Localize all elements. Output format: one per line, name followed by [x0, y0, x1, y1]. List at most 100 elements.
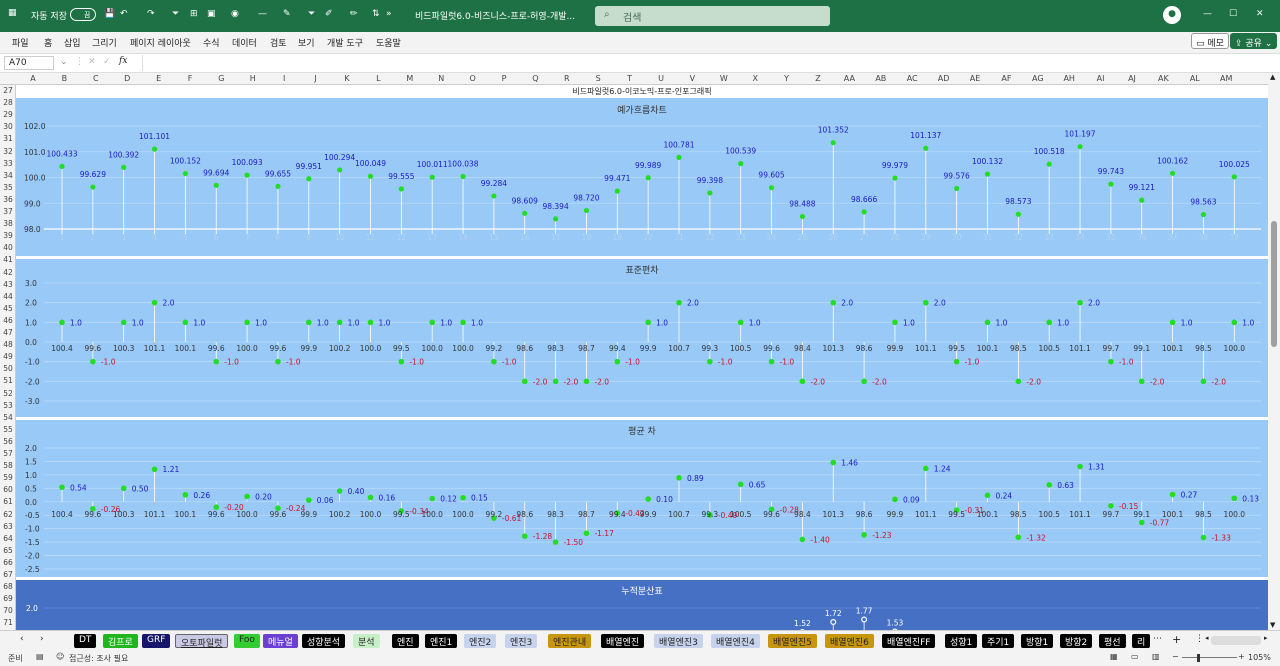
column-header[interactable]: AM: [1211, 74, 1241, 83]
sheet-tab[interactable]: 방향2: [1060, 634, 1093, 648]
row-header[interactable]: 34: [0, 171, 16, 180]
sheet-tab[interactable]: 배열엔진6: [825, 634, 874, 648]
sheet-tab[interactable]: 김프로: [103, 634, 138, 648]
sheet-tab[interactable]: 엔진2: [464, 634, 497, 648]
menu-data[interactable]: 데이터: [232, 36, 257, 49]
column-header[interactable]: H: [238, 74, 268, 83]
filter-icon[interactable]: ⏷: [172, 9, 179, 19]
column-header[interactable]: K: [332, 74, 362, 83]
menu-home[interactable]: 홈: [44, 36, 52, 49]
row-header[interactable]: 39: [0, 231, 16, 240]
sheet-tab[interactable]: 성향1: [945, 634, 978, 648]
column-header[interactable]: AH: [1054, 74, 1084, 83]
sheet-tab[interactable]: 엔진1: [425, 634, 458, 648]
row-header[interactable]: 36: [0, 195, 16, 204]
row-header[interactable]: 38: [0, 219, 16, 228]
menu-formulas[interactable]: 수식: [203, 36, 220, 49]
column-header[interactable]: AD: [929, 74, 959, 83]
sheet-tab[interactable]: 엔진관내: [548, 634, 592, 648]
memo-button[interactable]: ▭ 메모: [1191, 33, 1229, 49]
scrollbar-thumb[interactable]: [1271, 221, 1277, 347]
column-header[interactable]: U: [646, 74, 676, 83]
row-header[interactable]: 68: [0, 582, 16, 591]
column-header[interactable]: AF: [991, 74, 1021, 83]
line-style-icon[interactable]: —: [258, 9, 267, 19]
row-header[interactable]: 50: [0, 364, 16, 373]
row-header[interactable]: 60: [0, 485, 16, 494]
fx-icon[interactable]: fx: [119, 56, 127, 66]
draw-icon[interactable]: ✏: [350, 9, 358, 19]
sheet-tab[interactable]: 배열엔진: [601, 634, 645, 648]
column-header[interactable]: O: [458, 74, 488, 83]
hscroll-right-icon[interactable]: ▸: [1264, 634, 1268, 642]
sheet-tab[interactable]: 메뉴얼: [263, 634, 298, 648]
share-button[interactable]: ⇪ 공유 ⌄: [1230, 33, 1278, 49]
row-header[interactable]: 57: [0, 449, 16, 458]
row-header[interactable]: 46: [0, 316, 16, 325]
hscroll-left-icon[interactable]: ◂: [1205, 634, 1209, 642]
name-box[interactable]: A70: [4, 56, 54, 70]
image-icon[interactable]: ▣: [207, 9, 216, 19]
chart-icon[interactable]: ◉: [231, 9, 239, 19]
accessibility-status[interactable]: 접근성: 조사 필요: [69, 653, 128, 664]
tabs-more-icon[interactable]: ⋯: [1153, 634, 1162, 644]
normal-view-icon[interactable]: ▦: [1110, 652, 1118, 661]
more-icon[interactable]: »: [386, 9, 392, 19]
row-header[interactable]: 54: [0, 413, 16, 422]
grid-icon[interactable]: ⊞: [190, 9, 198, 19]
row-header[interactable]: 56: [0, 437, 16, 446]
column-header[interactable]: AK: [1148, 74, 1178, 83]
format-icon[interactable]: ✐: [325, 9, 333, 19]
row-header[interactable]: 66: [0, 558, 16, 567]
confirm-icon[interactable]: ✓: [103, 57, 111, 67]
column-header[interactable]: Z: [803, 74, 833, 83]
vertical-scrollbar[interactable]: ▲ ▼: [1268, 73, 1280, 630]
add-sheet-icon[interactable]: +: [1172, 633, 1181, 646]
row-header[interactable]: 71: [0, 618, 16, 627]
zoom-slider-thumb[interactable]: [1197, 654, 1200, 662]
tab-next-icon[interactable]: ›: [40, 634, 44, 644]
row-header[interactable]: 35: [0, 183, 16, 192]
save-icon[interactable]: 💾: [104, 9, 115, 19]
accessibility-icon[interactable]: ☺: [56, 652, 64, 661]
formula-input[interactable]: [142, 55, 1276, 71]
column-header[interactable]: AB: [866, 74, 896, 83]
namebox-dropdown-icon[interactable]: ⌄: [60, 57, 68, 67]
row-header[interactable]: 51: [0, 376, 16, 385]
undo-icon[interactable]: ↶: [120, 9, 128, 19]
sheet-tab[interactable]: DT: [74, 634, 97, 648]
pen-icon[interactable]: ✎: [283, 9, 291, 19]
column-header[interactable]: AE: [960, 74, 990, 83]
redo-icon[interactable]: ↷: [147, 9, 155, 19]
menu-draw[interactable]: 그리기: [92, 36, 117, 49]
cancel-icon[interactable]: ✕: [88, 57, 96, 67]
page-break-view-icon[interactable]: ▥: [1152, 652, 1160, 661]
restore-icon[interactable]: ☐: [1229, 9, 1237, 19]
row-header[interactable]: 52: [0, 389, 16, 398]
minimize-icon[interactable]: —: [1203, 9, 1212, 19]
row-header[interactable]: 70: [0, 606, 16, 615]
menu-developer[interactable]: 개발 도구: [327, 36, 363, 49]
avatar[interactable]: ●: [1163, 6, 1181, 24]
row-header[interactable]: 62: [0, 510, 16, 519]
zoom-in-icon[interactable]: +: [1238, 652, 1245, 661]
page-layout-view-icon[interactable]: ▭: [1131, 652, 1139, 661]
column-header[interactable]: S: [583, 74, 613, 83]
row-header[interactable]: 45: [0, 304, 16, 313]
sheet-tab[interactable]: 분석: [353, 634, 380, 648]
row-header[interactable]: 58: [0, 461, 16, 470]
column-header[interactable]: T: [615, 74, 645, 83]
search-box[interactable]: ⌕ 검색: [595, 6, 830, 26]
row-header[interactable]: 42: [0, 268, 16, 277]
sheet-tab[interactable]: 리: [1132, 634, 1151, 648]
row-header[interactable]: 47: [0, 328, 16, 337]
row-header[interactable]: 65: [0, 546, 16, 555]
column-header[interactable]: C: [81, 74, 111, 83]
sheet-tab[interactable]: 성향분석: [302, 634, 346, 648]
row-header[interactable]: 53: [0, 401, 16, 410]
zoom-slider[interactable]: [1182, 657, 1237, 658]
sheet-tab[interactable]: 엔진3: [505, 634, 538, 648]
row-header[interactable]: 27: [0, 86, 16, 95]
column-header[interactable]: G: [206, 74, 236, 83]
column-header[interactable]: AG: [1023, 74, 1053, 83]
